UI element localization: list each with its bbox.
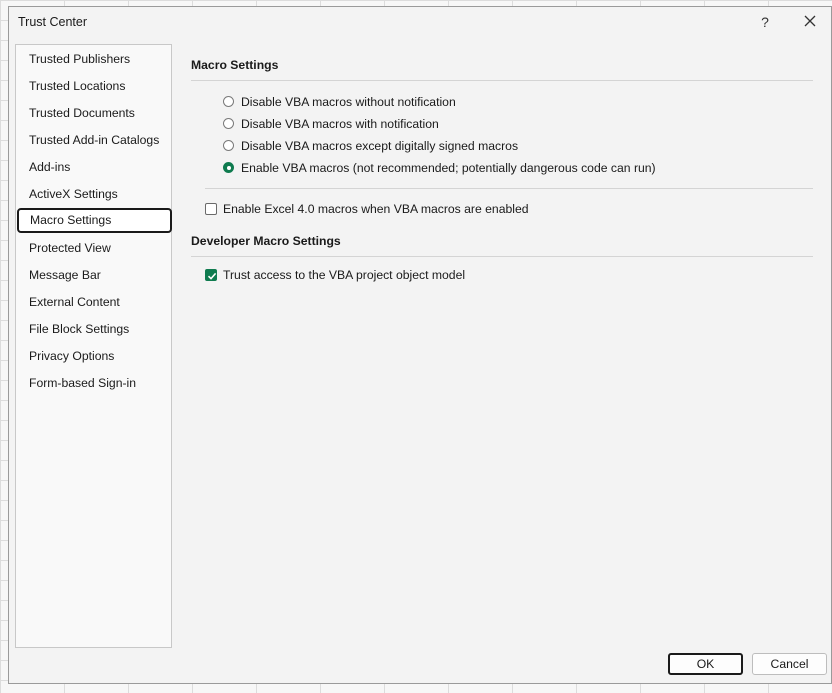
dialog-title: Trust Center (18, 15, 88, 29)
sidebar: Trusted Publishers Trusted Locations Tru… (15, 44, 172, 648)
sidebar-item-add-ins[interactable]: Add-ins (16, 155, 171, 180)
sidebar-item-trusted-add-in-catalogs[interactable]: Trusted Add-in Catalogs (16, 128, 171, 153)
macro-settings-heading: Macro Settings (191, 58, 279, 72)
cancel-button[interactable]: Cancel (752, 653, 827, 675)
sidebar-item-protected-view[interactable]: Protected View (16, 236, 171, 261)
radio-label: Enable VBA macros (not recommended; pote… (241, 161, 656, 175)
sidebar-item-activex-settings[interactable]: ActiveX Settings (16, 182, 171, 207)
sidebar-item-macro-settings[interactable]: Macro Settings (17, 208, 172, 233)
sidebar-item-trusted-publishers[interactable]: Trusted Publishers (16, 47, 171, 72)
radio-button-selected[interactable] (223, 162, 234, 173)
sidebar-item-privacy-options[interactable]: Privacy Options (16, 344, 171, 369)
radio-button[interactable] (223, 96, 234, 107)
trust-center-dialog: Trust Center ? Trusted Publishers Truste… (8, 6, 832, 684)
checkbox-label: Enable Excel 4.0 macros when VBA macros … (223, 202, 529, 216)
options-divider (205, 188, 813, 189)
checkbox-label: Trust access to the VBA project object m… (223, 268, 466, 282)
help-button[interactable]: ? (754, 12, 776, 32)
radio-label: Disable VBA macros with notification (241, 117, 439, 131)
sidebar-item-external-content[interactable]: External Content (16, 290, 171, 315)
radio-button[interactable] (223, 140, 234, 151)
section-divider (191, 80, 813, 81)
ok-button[interactable]: OK (668, 653, 743, 675)
sidebar-item-form-based-sign-in[interactable]: Form-based Sign-in (16, 371, 171, 396)
checkbox[interactable] (205, 203, 217, 215)
radio-label: Disable VBA macros without notification (241, 95, 456, 109)
checkbox-checked[interactable] (205, 269, 217, 281)
title-bar: Trust Center ? (9, 7, 831, 37)
sidebar-item-file-block-settings[interactable]: File Block Settings (16, 317, 171, 342)
radio-button[interactable] (223, 118, 234, 129)
close-button[interactable] (799, 12, 821, 32)
sidebar-item-trusted-locations[interactable]: Trusted Locations (16, 74, 171, 99)
section-divider (191, 256, 813, 257)
close-icon (804, 15, 816, 27)
radio-label: Disable VBA macros except digitally sign… (241, 139, 519, 153)
sidebar-item-message-bar[interactable]: Message Bar (16, 263, 171, 288)
checkmark-icon (207, 272, 217, 280)
sidebar-item-trusted-documents[interactable]: Trusted Documents (16, 101, 171, 126)
developer-macro-settings-heading: Developer Macro Settings (191, 234, 341, 248)
